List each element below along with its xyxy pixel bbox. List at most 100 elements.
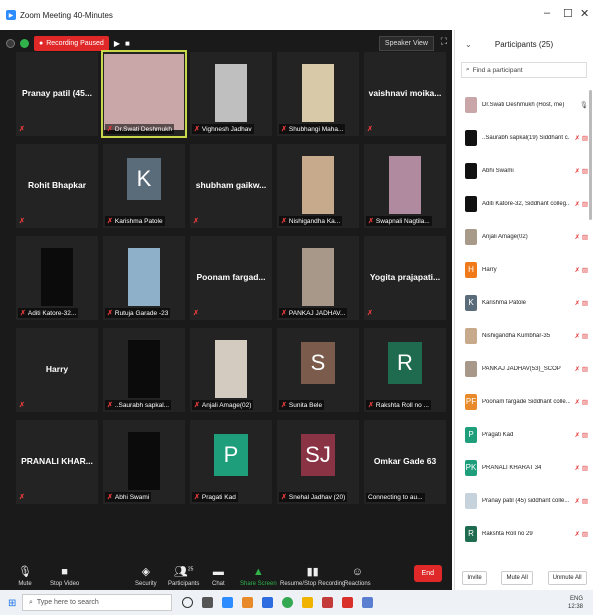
stop-video-button[interactable]: ■ Stop Video xyxy=(50,566,79,587)
powerpoint-app-icon[interactable] xyxy=(322,597,333,608)
participant-video xyxy=(128,248,160,306)
participant-row[interactable]: R Rakshta Roll no 29 ✗ ▨ xyxy=(455,517,593,550)
speaker-view-button[interactable]: Speaker View xyxy=(378,36,434,51)
stop-recording-icon[interactable]: ■ xyxy=(125,39,130,48)
maximize-button[interactable]: ☐ xyxy=(563,7,573,20)
participant-tile[interactable]: SJ ✗ Snehal Jadhav (20) xyxy=(277,420,359,504)
participant-tile[interactable]: ✗ Rutuja Garade -23 xyxy=(103,236,185,320)
folder-app-icon[interactable] xyxy=(302,597,313,608)
participant-row[interactable]: Anjali Amage(02) ✗ ▨ xyxy=(455,220,593,253)
participant-label: ✗ ..Saurabh sapkal... xyxy=(105,400,172,410)
zoom-app-icon[interactable] xyxy=(222,597,233,608)
mic-muted-icon: ✗ xyxy=(107,494,113,501)
participant-name: Yogita prajapati... xyxy=(369,272,441,282)
mute-button[interactable]: 🎙︎ Mute xyxy=(18,565,32,587)
mic-muted-icon: ✗ xyxy=(281,494,287,501)
mute-all-button[interactable]: Mute All xyxy=(501,571,533,585)
chat-button[interactable]: ▬ Chat xyxy=(212,566,225,587)
participant-name: Pranay patil (45... xyxy=(22,88,92,98)
windows-start-icon[interactable]: ⊞ xyxy=(8,598,16,609)
minimize-button[interactable]: – xyxy=(544,7,550,19)
participant-tile[interactable]: ✗ Dr.Swati Deshmukh xyxy=(101,50,187,138)
cortana-icon[interactable] xyxy=(182,597,193,608)
participant-avatar xyxy=(465,162,477,179)
participant-avatar xyxy=(465,228,477,245)
participant-row[interactable]: ..Saurabh sapkal(19) Siddhant c... ✗ ▨ xyxy=(455,121,593,154)
word-app-icon[interactable] xyxy=(262,597,273,608)
participant-tile[interactable]: Poonam fargad... ✗ xyxy=(190,236,272,320)
security-button[interactable]: ◈ Security xyxy=(135,565,157,587)
participant-row[interactable]: PK PRANALI KHARAT 34 ✗ ▨ xyxy=(455,451,593,484)
unmute-all-button[interactable]: Unmute All xyxy=(547,571,587,585)
participant-tile[interactable]: ✗ Swapnali Nagtila... xyxy=(364,144,446,228)
app-icon[interactable] xyxy=(362,597,373,608)
invite-button[interactable]: Invite xyxy=(462,571,487,585)
participant-tile[interactable]: Omkar Gade 63 Connecting to au... xyxy=(364,420,446,504)
participant-name: PRANALI KHARAT 34 xyxy=(482,464,542,471)
participant-tile[interactable]: ✗ Abhi Swami xyxy=(103,420,185,504)
end-meeting-button[interactable]: End xyxy=(413,565,442,582)
shield-icon: ◈ xyxy=(141,566,151,578)
participant-video xyxy=(389,156,421,214)
participant-tile[interactable]: Yogita prajapati... ✗ xyxy=(364,236,446,320)
participant-row[interactable]: K Karishma Patole ✗ ▨ xyxy=(455,286,593,319)
participant-tile[interactable]: ✗ Shubhangi Maha... xyxy=(277,52,359,136)
chevron-down-icon[interactable]: ⌄ xyxy=(465,40,472,49)
participant-tile[interactable]: Harry ✗ xyxy=(16,328,98,412)
participant-tile[interactable]: ✗ Vighnesh Jadhav xyxy=(190,52,272,136)
task-view-icon[interactable] xyxy=(202,597,213,608)
clock[interactable]: 12:38 xyxy=(568,603,583,611)
participant-tile[interactable]: Pranay patil (45... ✗ xyxy=(16,52,98,136)
participant-avatar: K xyxy=(465,294,477,311)
share-screen-button[interactable]: ▲ Share Screen xyxy=(240,566,277,587)
taskbar-search-input[interactable]: ⌕ Type here to search xyxy=(22,594,172,611)
participant-tile[interactable]: PRANALI KHAR... ✗ xyxy=(16,420,98,504)
participants-button[interactable]: 👥︎25 Participants xyxy=(168,565,199,587)
resume-recording-icon[interactable]: ▶ xyxy=(114,39,120,48)
fullscreen-icon[interactable]: ⛶ xyxy=(441,36,447,47)
participant-tile[interactable]: shubham gaikw... ✗ xyxy=(190,144,272,228)
participant-row[interactable]: Pranay patil (45) siddhant colle... ✗ ▨ xyxy=(455,484,593,517)
participant-row[interactable]: Abhi Swami ✗ ▨ xyxy=(455,154,593,187)
shield-icon[interactable] xyxy=(20,38,29,48)
record-button[interactable]: ▮▮ Resume/Stop Recording xyxy=(280,565,345,587)
participant-tile[interactable]: ✗ Anjali Amage(02) xyxy=(190,328,272,412)
participant-name: Rohit Bhapkar xyxy=(27,180,87,190)
pdf-app-icon[interactable] xyxy=(342,597,353,608)
participant-label: ✗ Shubhangi Maha... xyxy=(279,124,346,134)
participant-row[interactable]: PANKAJ JADHAV(53)_SCOP ✗ ▨ xyxy=(455,352,593,385)
chrome-app-icon[interactable] xyxy=(282,597,293,608)
participant-row[interactable]: Dr.Swati Deshmukh (Host, me) 🎙︎ xyxy=(455,88,593,121)
participant-tile[interactable]: ✗ Nishigandha Ka... xyxy=(277,144,359,228)
close-button[interactable]: ✕ xyxy=(580,7,589,20)
participant-tile[interactable]: vaishnavi moika... ✗ xyxy=(364,52,446,136)
participant-tile[interactable]: P ✗ Pragati Kad xyxy=(190,420,272,504)
participant-tile[interactable]: ✗ ..Saurabh sapkal... xyxy=(103,328,185,412)
participant-row[interactable]: H Harry ✗ ▨ xyxy=(455,253,593,286)
scrollbar[interactable] xyxy=(589,90,592,220)
participant-row[interactable]: PF Poonam fargade Siddhant colle... ✗ ▨ xyxy=(455,385,593,418)
participant-tile[interactable]: ✗ PANKAJ JADHAV... xyxy=(277,236,359,320)
info-icon[interactable] xyxy=(6,38,15,48)
participant-tile[interactable]: S ✗ Sunita Bele xyxy=(277,328,359,412)
participant-name: Poonam fargad... xyxy=(196,272,266,282)
reactions-button[interactable]: ☺ Reactions xyxy=(344,566,371,587)
participant-search-input[interactable]: ⌕ Find a participant xyxy=(461,62,587,78)
language-indicator[interactable]: ENG xyxy=(568,595,583,603)
participant-tile[interactable]: ✗ Aditi Katore-32... xyxy=(16,236,98,320)
participant-tile[interactable]: R ✗ Rakshta Roll no ... xyxy=(364,328,446,412)
participant-row[interactable]: Nishigandha Kumbhar-35 ✗ ▨ xyxy=(455,319,593,352)
mic-video-muted-icon: ✗ ▨ xyxy=(574,200,588,208)
participant-row[interactable]: P Pragati Kad ✗ ▨ xyxy=(455,418,593,451)
participant-label: ✗ PANKAJ JADHAV... xyxy=(279,308,348,318)
participant-avatar xyxy=(465,327,477,344)
app-icon[interactable] xyxy=(242,597,253,608)
participant-row[interactable]: Aditi Katore-32, Siddhant colleg... ✗ ▨ xyxy=(455,187,593,220)
participant-tile[interactable]: Rohit Bhapkar ✗ xyxy=(16,144,98,228)
participant-label: ✗ Rakshta Roll no ... xyxy=(366,400,431,410)
participant-label: ✗ Swapnali Nagtila... xyxy=(366,216,432,226)
mic-muted-icon: ✗ xyxy=(19,402,25,409)
mic-muted-icon: ✗ xyxy=(367,126,373,133)
microphone-icon: 🎙︎ xyxy=(18,566,32,578)
participant-tile[interactable]: K ✗ Karishma Patole xyxy=(103,144,185,228)
